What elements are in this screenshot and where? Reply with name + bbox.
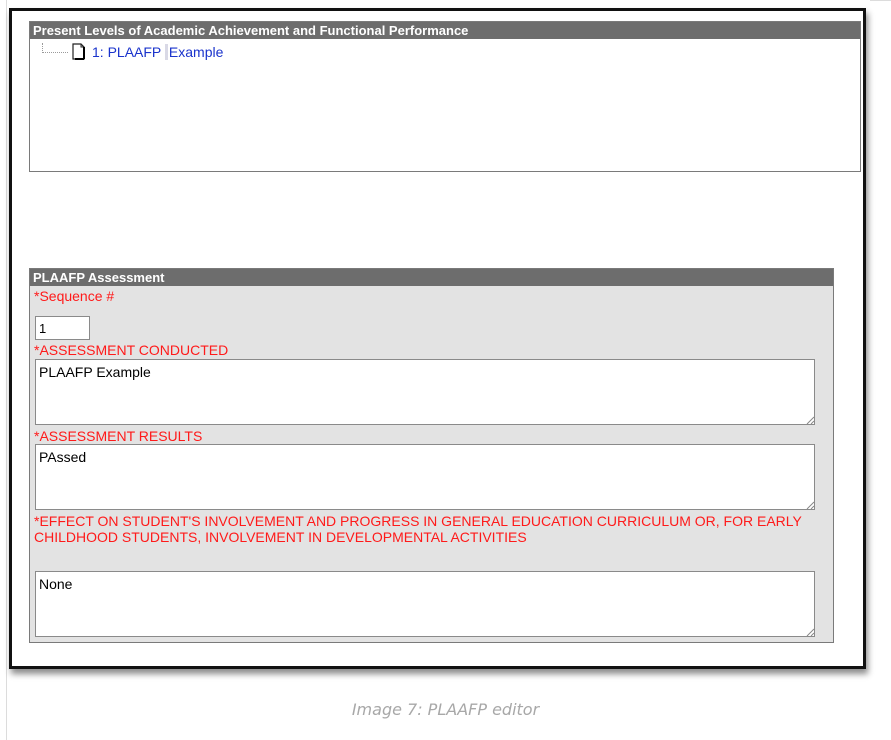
image-caption: Image 7: PLAAFP editor bbox=[351, 700, 540, 719]
tree-connector bbox=[42, 43, 68, 53]
page-divider bbox=[6, 0, 7, 740]
tree-item-label: 1: PLAAFP bbox=[92, 44, 162, 60]
documentation-image: Present Levels of Academic Achievement a… bbox=[0, 0, 891, 740]
page-divider-top bbox=[870, 0, 891, 1]
plaafp-list-panel: Present Levels of Academic Achievement a… bbox=[29, 21, 861, 172]
resize-grip-icon[interactable] bbox=[805, 500, 815, 510]
tree-item-label-rest: Example bbox=[164, 44, 224, 60]
assessment-results-label: *ASSESSMENT RESULTS bbox=[34, 428, 203, 444]
effect-textarea[interactable]: None bbox=[35, 571, 815, 637]
document-icon bbox=[72, 43, 85, 60]
assessment-results-textarea[interactable]: PAssed bbox=[35, 444, 815, 510]
sequence-label: *Sequence # bbox=[34, 288, 115, 304]
resize-grip-icon[interactable] bbox=[805, 415, 815, 425]
effect-label: *EFFECT ON STUDENT'S INVOLVEMENT AND PRO… bbox=[34, 513, 802, 545]
tree-item-plaafp[interactable]: 1: PLAAFP Example bbox=[42, 42, 224, 62]
screenshot-frame: Present Levels of Academic Achievement a… bbox=[9, 8, 866, 669]
assessment-header: PLAAFP Assessment bbox=[30, 269, 833, 286]
plaafp-list-header: Present Levels of Academic Achievement a… bbox=[30, 22, 860, 39]
sequence-input[interactable] bbox=[35, 316, 90, 340]
tree-item-link[interactable]: 1: PLAAFP Example bbox=[92, 44, 224, 60]
plaafp-assessment-panel: PLAAFP Assessment *Sequence # *ASSESSMEN… bbox=[29, 268, 834, 643]
assessment-conducted-label: *ASSESSMENT CONDUCTED bbox=[34, 342, 229, 358]
assessment-conducted-textarea[interactable]: PLAAFP Example bbox=[35, 359, 815, 425]
resize-grip-icon[interactable] bbox=[805, 627, 815, 637]
